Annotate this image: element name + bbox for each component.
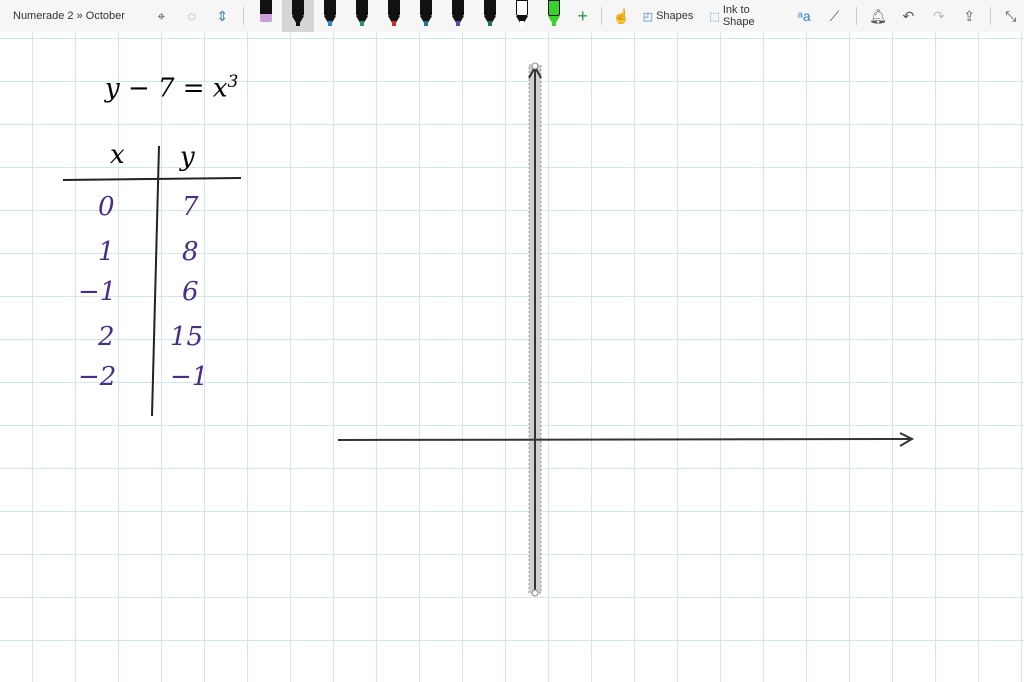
divider <box>601 7 603 25</box>
pen-icon <box>420 0 433 16</box>
touch-draw-icon[interactable]: ☝ <box>608 0 635 32</box>
green-pen[interactable] <box>346 0 378 32</box>
selection-handle-bottom <box>531 589 539 597</box>
ink-to-text-icon[interactable]: ᵃa <box>789 0 819 32</box>
ink-strokes <box>62 62 915 597</box>
pen-icon <box>548 0 561 16</box>
add-space-icon[interactable]: ⇕ <box>207 0 237 32</box>
white-pen[interactable] <box>506 0 538 32</box>
add-pen-icon[interactable]: + <box>570 0 595 32</box>
ink-to-shape-button[interactable]: ⬚ Ink to Shape <box>709 4 781 28</box>
pen-icon <box>356 0 369 16</box>
pen-color-swatch <box>296 21 301 26</box>
ink-to-shape-icon: ⬚ <box>709 10 720 23</box>
blue-pen[interactable] <box>314 0 346 32</box>
table-cell-y: 6 <box>182 277 199 307</box>
green-highlighter[interactable] <box>538 0 570 32</box>
purple-pen[interactable] <box>442 0 474 32</box>
pen-color-swatch <box>552 21 557 26</box>
divider <box>990 7 992 25</box>
undo-icon[interactable]: ↶ <box>893 0 923 32</box>
table-header-line <box>62 177 242 181</box>
table-cell-x: −1 <box>78 277 117 307</box>
pen-color-swatch <box>424 21 429 26</box>
pen-icon <box>516 0 529 16</box>
pen-icon <box>324 0 337 16</box>
table-cell-x: 1 <box>98 237 115 267</box>
divider <box>243 7 245 25</box>
share-icon[interactable]: ⇪ <box>954 0 984 32</box>
table-cell-x: 0 <box>98 192 115 222</box>
pen-icon <box>452 0 465 16</box>
toolbar: Numerade 2 » October ⌖ ◌ ⇕ + ☝ ◰ Shapes ⬚… <box>0 0 1024 32</box>
redo-icon[interactable]: ↷ <box>924 0 954 32</box>
drawing-canvas[interactable]: y − 7 = x3 x y 0 7 1 8 −1 6 2 15 −2 −1 <box>0 32 1024 682</box>
collapse-fullscreen-icon[interactable]: ⤡ <box>997 0 1024 32</box>
pen-color-swatch <box>328 21 333 26</box>
red-pen[interactable] <box>378 0 410 32</box>
table-divider-line <box>151 145 160 417</box>
table-cell-x: −2 <box>78 362 117 392</box>
teal-pen[interactable] <box>474 0 506 32</box>
selection-handle-top <box>531 62 539 70</box>
bell-icon[interactable]: 🔔︎ <box>863 0 893 32</box>
eraser[interactable] <box>250 0 282 32</box>
dark-blue-pen[interactable] <box>410 0 442 32</box>
table-cell-y: 8 <box>182 237 199 267</box>
black-pen[interactable] <box>282 0 315 32</box>
pen-color-swatch <box>392 21 397 26</box>
pen-color-swatch <box>456 21 461 26</box>
table-header-x: x <box>110 140 125 170</box>
pen-color-swatch <box>360 21 365 26</box>
pen-icon <box>292 0 305 16</box>
pen-color-swatch <box>488 21 493 26</box>
text-select-icon[interactable]: ⌖ <box>146 0 176 32</box>
x-axis <box>337 438 913 441</box>
table-header-y: y <box>180 142 195 172</box>
pen-icon <box>484 0 497 16</box>
ruler-icon[interactable]: ⟋ <box>819 0 849 32</box>
pen-icon <box>388 0 401 16</box>
lasso-add-icon[interactable]: ◌ <box>177 0 207 32</box>
shapes-button[interactable]: ◰ Shapes <box>643 10 694 23</box>
shapes-icon: ◰ <box>642 10 654 23</box>
eraser-icon <box>260 0 273 22</box>
table-cell-y: 7 <box>182 192 199 222</box>
divider <box>855 7 857 25</box>
pen-color-swatch <box>520 21 525 26</box>
notebook-breadcrumb[interactable]: Numerade 2 » October <box>13 10 146 22</box>
table-cell-y: 15 <box>170 322 204 352</box>
table-cell-y: −1 <box>170 362 209 392</box>
table-cell-x: 2 <box>98 322 115 352</box>
